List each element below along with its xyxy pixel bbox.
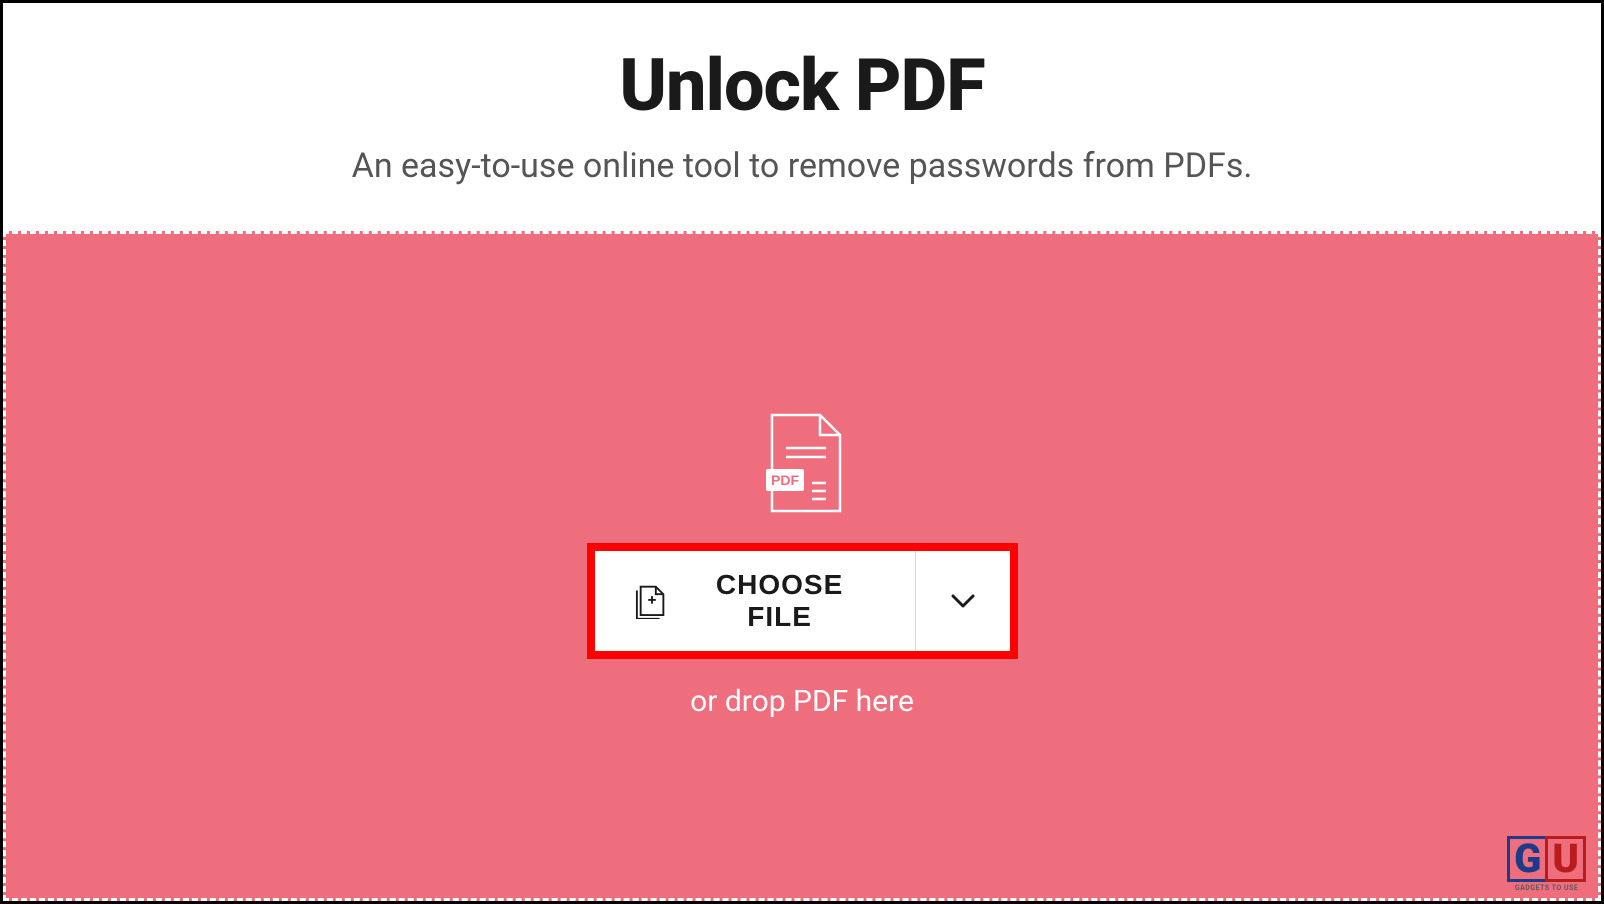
watermark: G U GADGETS TO USE — [1507, 836, 1586, 892]
drop-zone[interactable]: PDF CHOOSE FILE — [3, 231, 1601, 901]
choose-file-button[interactable]: CHOOSE FILE — [595, 551, 915, 651]
highlight-box: CHOOSE FILE — [587, 543, 1018, 659]
svg-text:PDF: PDF — [771, 472, 799, 488]
chevron-down-icon — [951, 594, 975, 608]
page-title: Unlock PDF — [23, 43, 1581, 128]
file-add-icon — [635, 581, 667, 621]
pdf-document-icon: PDF — [762, 413, 842, 513]
watermark-text: GADGETS TO USE — [1515, 884, 1578, 892]
dropdown-button[interactable] — [915, 551, 1010, 651]
drop-hint-text: or drop PDF here — [690, 684, 914, 719]
choose-file-button-group: CHOOSE FILE — [595, 551, 1010, 651]
choose-file-label: CHOOSE FILE — [685, 569, 875, 633]
header: Unlock PDF An easy-to-use online tool to… — [3, 3, 1601, 231]
page-subtitle: An easy-to-use online tool to remove pas… — [23, 146, 1581, 186]
watermark-logo: G U — [1507, 836, 1586, 882]
